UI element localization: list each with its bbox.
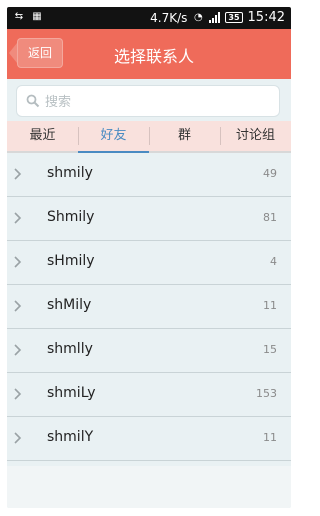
app-grid-icon: ▦ — [32, 11, 42, 22]
tab-groups[interactable]: 群 — [149, 121, 220, 151]
signal-icon — [209, 12, 221, 23]
search-icon — [26, 94, 40, 108]
contact-row[interactable]: shmlly 15 — [7, 329, 291, 373]
tab-bar: 最近 好友 群 讨论组 — [7, 121, 291, 153]
phone-screen: ⇆ ▦ 4.7K/s ◔ 35 15:42 返回 选择联系人 最近 好友 群 — [7, 7, 291, 508]
search-area — [7, 79, 291, 121]
chevron-right-icon — [14, 168, 22, 180]
chevron-right-icon — [14, 300, 22, 312]
contact-list: shmily 49 Shmily 81 sHmily 4 shMily 11 s… — [7, 153, 291, 461]
contact-row[interactable]: shmily 49 — [7, 153, 291, 197]
contact-name: Shmily — [47, 209, 95, 225]
battery-level: 35 — [228, 13, 240, 22]
chevron-right-icon — [14, 256, 22, 268]
usb-icon: ⇆ — [14, 11, 24, 22]
network-speed: 4.7K/s — [150, 10, 188, 25]
contact-row[interactable]: Shmily 81 — [7, 197, 291, 241]
status-bar: ⇆ ▦ 4.7K/s ◔ 35 15:42 — [7, 7, 291, 29]
tab-recent[interactable]: 最近 — [7, 121, 78, 151]
tab-friends[interactable]: 好友 — [78, 121, 149, 153]
contact-count: 11 — [263, 299, 277, 312]
contact-row[interactable]: shmilY 11 — [7, 417, 291, 461]
contact-count: 11 — [263, 431, 277, 444]
list-bottom-area — [7, 466, 291, 508]
chevron-right-icon — [14, 388, 22, 400]
chevron-right-icon — [14, 212, 22, 224]
contact-row[interactable]: shmiLy 153 — [7, 373, 291, 417]
contact-name: shmlly — [47, 341, 93, 357]
chevron-right-icon — [14, 344, 22, 356]
page-title: 选择联系人 — [113, 47, 194, 66]
contact-name: shmily — [47, 165, 93, 181]
contact-name: shMily — [47, 297, 92, 313]
chevron-right-icon — [14, 432, 22, 444]
contact-name: shmilY — [47, 429, 94, 445]
contact-count: 81 — [263, 211, 277, 224]
wifi-icon: ◔ — [194, 12, 203, 23]
contact-count: 15 — [263, 343, 277, 356]
contact-row[interactable]: sHmily 4 — [7, 241, 291, 285]
title-bar: 返回 选择联系人 — [7, 29, 291, 79]
contact-count: 49 — [263, 167, 277, 180]
search-box[interactable] — [16, 85, 280, 118]
contact-count: 153 — [256, 387, 277, 400]
tab-discussions[interactable]: 讨论组 — [220, 121, 291, 151]
clock: 15:42 — [247, 10, 285, 25]
battery-icon: 35 — [225, 12, 243, 23]
contact-name: sHmily — [47, 253, 95, 269]
contact-name: shmiLy — [47, 385, 96, 401]
contact-count: 4 — [270, 255, 277, 268]
search-input[interactable] — [43, 86, 267, 118]
contact-row[interactable]: shMily 11 — [7, 285, 291, 329]
